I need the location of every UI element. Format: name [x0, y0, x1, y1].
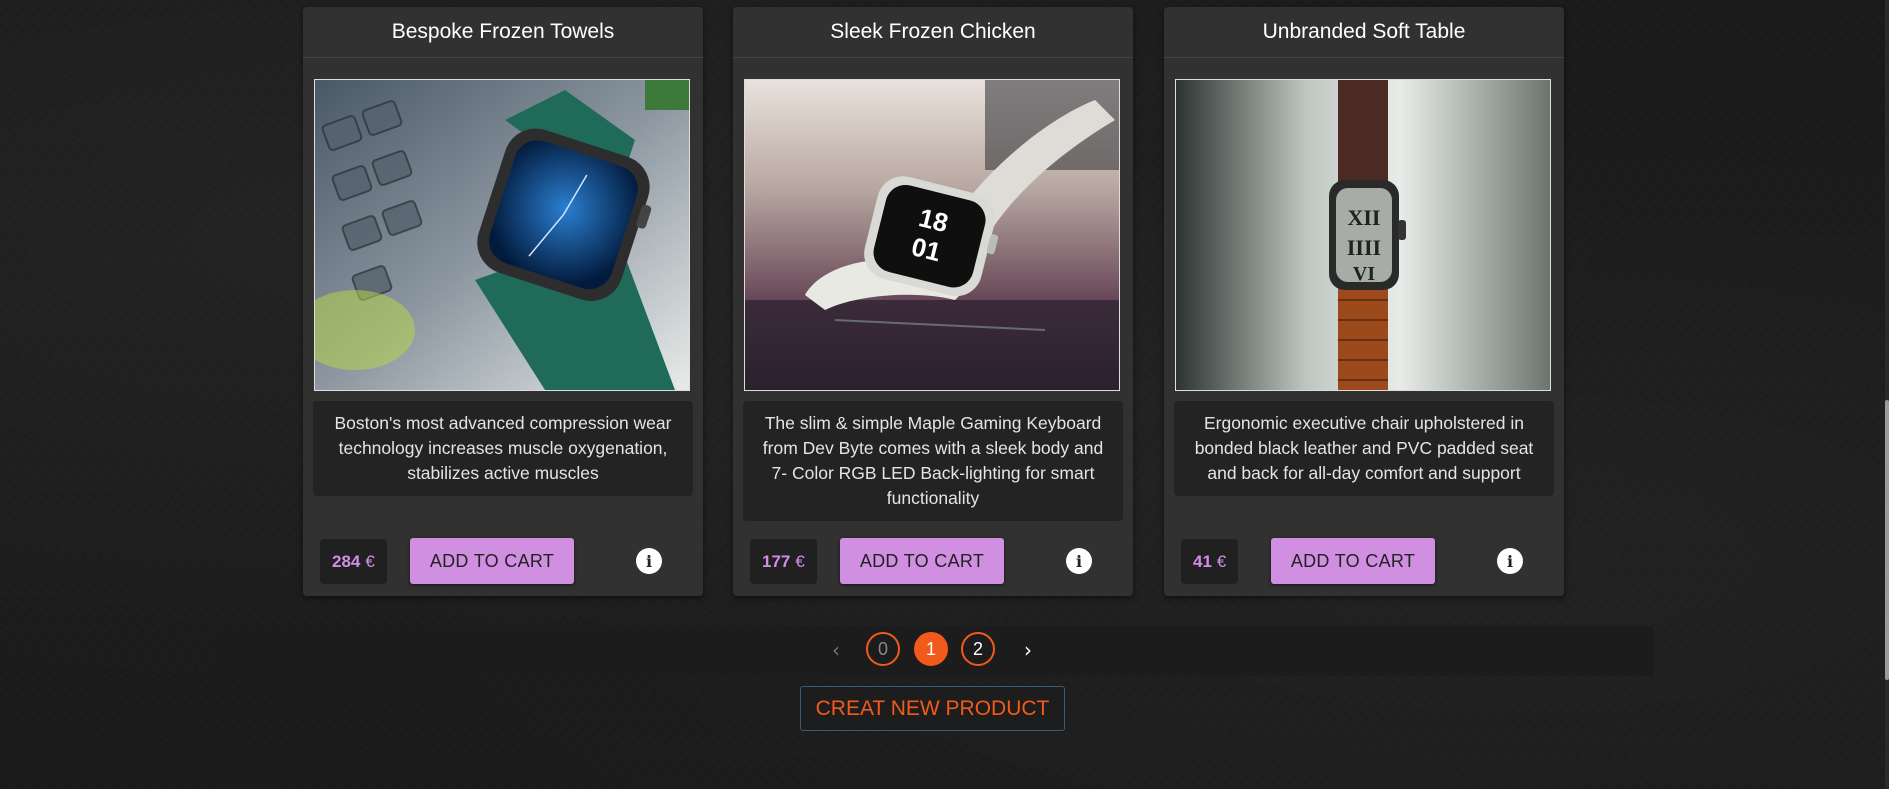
price-badge: 41 €	[1181, 539, 1239, 584]
currency-symbol: €	[795, 551, 805, 571]
price-badge: 177 €	[750, 539, 817, 584]
page-button-0[interactable]: 0	[866, 632, 900, 666]
price-value: 41	[1193, 551, 1212, 571]
svg-text:VI: VI	[1353, 263, 1375, 285]
product-image[interactable]	[314, 79, 690, 391]
card-footer: 41 € ADD TO CART i	[1164, 538, 1564, 586]
svg-text:IIII: IIII	[1347, 235, 1381, 260]
scrollbar-thumb[interactable]	[1885, 400, 1889, 680]
page-button-1-active[interactable]: 1	[914, 632, 948, 666]
product-card: Unbranded Soft Table XII IIII VI Ergonom…	[1164, 7, 1564, 596]
product-image[interactable]: 18 01	[744, 79, 1120, 391]
price-value: 177	[762, 551, 791, 571]
add-to-cart-button[interactable]: ADD TO CART	[840, 538, 1004, 584]
page-button-2[interactable]: 2	[961, 632, 995, 666]
price-badge: 284 €	[320, 539, 387, 584]
chevron-right-icon[interactable]: ›	[1016, 639, 1040, 663]
price-value: 284	[332, 551, 361, 571]
product-title: Sleek Frozen Chicken	[733, 7, 1133, 58]
product-grid: Bespoke Frozen Towels Boston's most adva…	[303, 7, 1564, 596]
product-image[interactable]: XII IIII VI	[1175, 79, 1551, 391]
product-title: Bespoke Frozen Towels	[303, 7, 703, 58]
currency-symbol: €	[1216, 551, 1227, 571]
product-card: Bespoke Frozen Towels Boston's most adva…	[303, 7, 703, 596]
currency-symbol: €	[365, 551, 375, 571]
product-card: Sleek Frozen Chicken 18 01 The slim & si…	[733, 7, 1133, 596]
add-to-cart-button[interactable]: ADD TO CART	[410, 538, 574, 584]
product-title: Unbranded Soft Table	[1164, 7, 1564, 58]
card-footer: 284 € ADD TO CART i	[303, 538, 703, 586]
create-new-product-button[interactable]: CREAT NEW PRODUCT	[800, 686, 1065, 731]
svg-text:XII: XII	[1347, 205, 1380, 230]
pagination: ‹ 0 1 2 ›	[213, 626, 1654, 676]
product-description: Boston's most advanced compression wear …	[313, 401, 693, 496]
chevron-left-icon[interactable]: ‹	[824, 639, 848, 663]
info-icon[interactable]: i	[636, 548, 662, 574]
product-description: Ergonomic executive chair upholstered in…	[1174, 401, 1554, 496]
card-footer: 177 € ADD TO CART i	[733, 538, 1133, 586]
product-description: The slim & simple Maple Gaming Keyboard …	[743, 401, 1123, 521]
scrollbar[interactable]	[1885, 0, 1889, 789]
info-icon[interactable]: i	[1066, 548, 1092, 574]
info-icon[interactable]: i	[1497, 548, 1523, 574]
add-to-cart-button[interactable]: ADD TO CART	[1271, 538, 1435, 584]
